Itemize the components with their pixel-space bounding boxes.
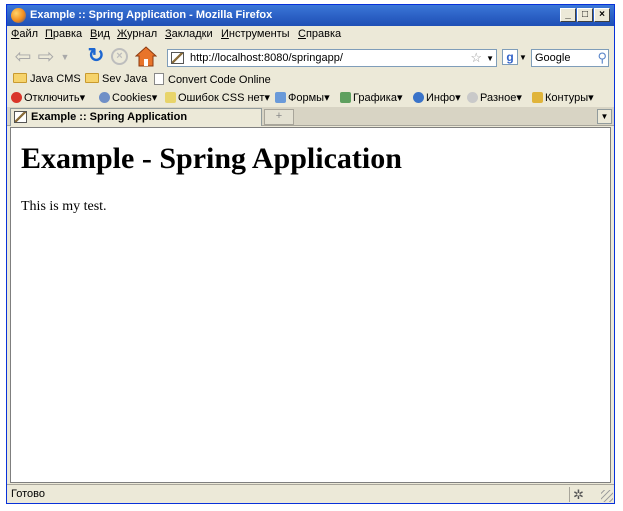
maximize-button[interactable]: □ — [577, 8, 593, 22]
forms-icon — [275, 92, 286, 103]
dev-disable-menu[interactable]: Отключить▾ — [11, 91, 85, 104]
menu-bar: Файл Правка Вид Журнал Закладки Инструме… — [7, 26, 614, 43]
tab-example-spring-application[interactable]: Example :: Spring Application — [10, 108, 262, 126]
menu-bookmarks[interactable]: Закладки — [165, 28, 213, 40]
folder-icon — [13, 73, 27, 83]
address-bar[interactable]: http://localhost:8080/springapp/ ☆ ▼ — [167, 49, 497, 67]
google-logo-icon: g — [502, 49, 518, 65]
cookies-icon — [99, 92, 110, 103]
window-title: Example :: Spring Application - Mozilla … — [30, 9, 273, 21]
bookmark-convert-code-online[interactable]: Convert Code Online — [154, 73, 271, 86]
bookmark-star-icon[interactable]: ☆ — [470, 50, 482, 66]
dev-misc-menu[interactable]: Разное▾ — [467, 91, 522, 104]
css-icon — [165, 92, 176, 103]
status-bar: Готово ✲ — [7, 484, 614, 503]
history-dropdown-icon[interactable]: ▼ — [60, 47, 70, 67]
title-bar[interactable]: Example :: Spring Application - Mozilla … — [7, 5, 614, 26]
search-engine-selector[interactable]: g ▼ — [502, 49, 530, 67]
dev-forms-menu[interactable]: Формы▾ — [275, 91, 330, 104]
dev-css-menu[interactable]: Ошибок CSS нет▾ — [165, 91, 270, 104]
status-divider — [569, 487, 570, 502]
resize-grip-icon[interactable] — [601, 490, 613, 502]
search-icon[interactable]: ⚲ — [597, 50, 607, 66]
reload-button[interactable]: ↻ — [86, 46, 106, 66]
disable-icon — [11, 92, 22, 103]
home-button[interactable] — [134, 46, 158, 67]
status-text: Готово — [11, 488, 45, 500]
bookmark-java-cms[interactable]: Java CMS — [13, 73, 81, 85]
page-paragraph: This is my test. — [21, 199, 107, 214]
menu-tools[interactable]: Инструменты — [221, 28, 290, 40]
site-favicon-icon — [171, 52, 184, 64]
menu-history[interactable]: Журнал — [117, 28, 157, 40]
navigation-toolbar: ⇦ ⇨ ▼ ↻ × http://localhost:8080/springap… — [7, 43, 614, 71]
tab-list-dropdown-icon[interactable]: ▼ — [597, 109, 612, 124]
dev-outline-menu[interactable]: Контуры▾ — [532, 91, 594, 104]
info-icon — [413, 92, 424, 103]
images-icon — [340, 92, 351, 103]
tab-strip: Example :: Spring Application + ▼ — [7, 107, 614, 126]
bookmarks-toolbar: Java CMS Sev Java Convert Code Online — [7, 71, 614, 89]
tab-favicon-icon — [14, 111, 27, 123]
menu-view[interactable]: Вид — [90, 28, 110, 40]
outline-icon — [532, 92, 543, 103]
forward-button[interactable]: ⇨ — [35, 47, 57, 67]
close-button[interactable]: × — [594, 8, 610, 22]
page-heading: Example - Spring Application — [21, 142, 402, 175]
engine-dropdown-icon[interactable]: ▼ — [519, 53, 527, 62]
url-dropdown-icon[interactable]: ▼ — [486, 54, 494, 63]
stop-button[interactable]: × — [111, 48, 128, 65]
menu-help[interactable]: Справка — [298, 28, 341, 40]
page-icon — [154, 73, 164, 85]
new-tab-button[interactable]: + — [264, 109, 294, 125]
bookmark-sev-java[interactable]: Sev Java — [85, 73, 147, 85]
web-developer-toolbar: Отключить▾ Cookies▾ Ошибок CSS нет▾ Форм… — [7, 89, 614, 107]
tab-title: Example :: Spring Application — [31, 111, 188, 123]
dev-images-menu[interactable]: Графика▾ — [340, 91, 402, 104]
search-input[interactable]: Google ⚲ — [531, 49, 609, 67]
url-text[interactable]: http://localhost:8080/springapp/ — [190, 52, 343, 64]
browser-window: Example :: Spring Application - Mozilla … — [6, 4, 615, 504]
menu-file[interactable]: Файл — [11, 28, 38, 40]
misc-icon — [467, 92, 478, 103]
search-placeholder: Google — [535, 52, 571, 64]
folder-icon — [85, 73, 99, 83]
dev-info-menu[interactable]: Инфо▾ — [413, 91, 461, 104]
back-button[interactable]: ⇦ — [12, 47, 34, 67]
firefox-logo-icon — [11, 8, 26, 23]
dev-cookies-menu[interactable]: Cookies▾ — [99, 91, 157, 104]
menu-edit[interactable]: Правка — [45, 28, 82, 40]
page-content: Example - Spring Application This is my … — [10, 127, 611, 483]
bug-icon[interactable]: ✲ — [573, 487, 584, 503]
minimize-button[interactable]: _ — [560, 8, 576, 22]
home-icon — [134, 46, 158, 67]
